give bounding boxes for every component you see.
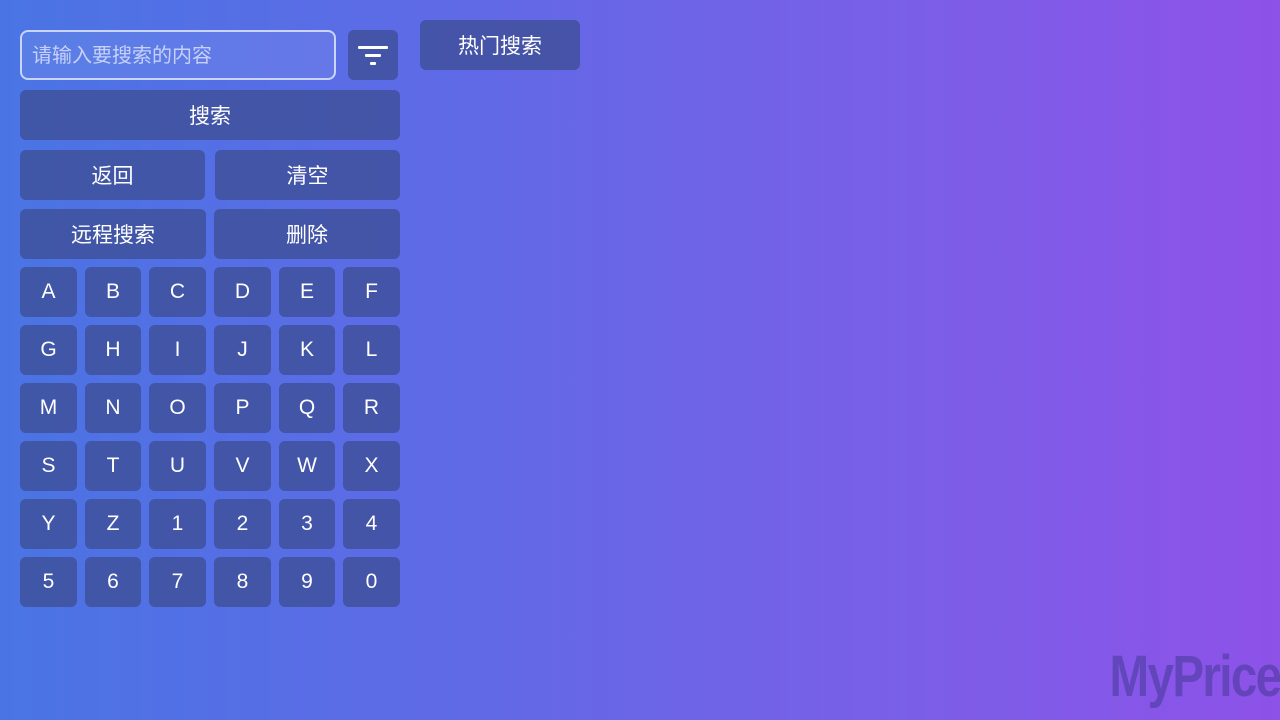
key-label: T bbox=[106, 454, 120, 477]
key-d[interactable]: D bbox=[214, 267, 271, 317]
key-label: D bbox=[234, 280, 251, 303]
key-u[interactable]: U bbox=[149, 441, 206, 491]
key-7[interactable]: 7 bbox=[149, 557, 206, 607]
remote-search-button[interactable]: 远程搜索 bbox=[20, 209, 206, 259]
remote-search-label: 远程搜索 bbox=[71, 223, 155, 247]
key-q[interactable]: Q bbox=[279, 383, 335, 433]
key-label: 2 bbox=[236, 512, 249, 535]
key-label: 3 bbox=[301, 512, 313, 535]
key-label: X bbox=[364, 454, 379, 477]
key-label: R bbox=[363, 396, 380, 419]
key-label: K bbox=[299, 338, 314, 361]
key-8[interactable]: 8 bbox=[214, 557, 271, 607]
key-label: N bbox=[105, 396, 121, 419]
key-s[interactable]: S bbox=[20, 441, 77, 491]
filter-icon bbox=[358, 46, 388, 65]
key-label: G bbox=[40, 338, 57, 361]
key-label: 5 bbox=[42, 570, 55, 593]
key-5[interactable]: 5 bbox=[20, 557, 77, 607]
watermark-logo: MyPrice bbox=[1109, 644, 1280, 709]
key-v[interactable]: V bbox=[214, 441, 271, 491]
key-label: F bbox=[365, 280, 378, 303]
key-label: L bbox=[365, 338, 378, 361]
key-1[interactable]: 1 bbox=[149, 499, 206, 549]
search-button-label: 搜索 bbox=[189, 104, 231, 128]
key-j[interactable]: J bbox=[214, 325, 271, 375]
hot-search-label: 热门搜索 bbox=[458, 34, 542, 58]
key-9[interactable]: 9 bbox=[279, 557, 335, 607]
clear-button[interactable]: 清空 bbox=[215, 150, 400, 200]
key-label: 1 bbox=[171, 512, 184, 535]
key-0[interactable]: 0 bbox=[343, 557, 400, 607]
key-label: M bbox=[39, 396, 58, 419]
key-n[interactable]: N bbox=[85, 383, 141, 433]
key-4[interactable]: 4 bbox=[343, 499, 400, 549]
key-p[interactable]: P bbox=[214, 383, 271, 433]
key-y[interactable]: Y bbox=[20, 499, 77, 549]
key-label: A bbox=[41, 280, 56, 303]
key-o[interactable]: O bbox=[149, 383, 206, 433]
key-x[interactable]: X bbox=[343, 441, 400, 491]
key-label: 8 bbox=[236, 570, 249, 593]
key-label: B bbox=[105, 280, 120, 303]
key-label: I bbox=[174, 338, 181, 361]
key-label: C bbox=[169, 280, 186, 303]
key-label: H bbox=[105, 338, 121, 361]
key-label: Q bbox=[298, 396, 316, 419]
key-m[interactable]: M bbox=[20, 383, 77, 433]
key-b[interactable]: B bbox=[85, 267, 141, 317]
key-label: 7 bbox=[171, 570, 184, 593]
key-z[interactable]: Z bbox=[85, 499, 141, 549]
delete-button-label: 删除 bbox=[286, 223, 328, 247]
key-label: P bbox=[235, 396, 250, 419]
key-label: Z bbox=[106, 512, 120, 535]
key-f[interactable]: F bbox=[343, 267, 400, 317]
key-label: 6 bbox=[107, 570, 119, 593]
clear-button-label: 清空 bbox=[286, 164, 329, 188]
key-label: 0 bbox=[365, 570, 378, 593]
hot-search-button[interactable]: 热门搜索 bbox=[420, 20, 580, 70]
key-a[interactable]: A bbox=[20, 267, 77, 317]
key-6[interactable]: 6 bbox=[85, 557, 141, 607]
back-button-label: 返回 bbox=[91, 164, 134, 188]
key-label: Y bbox=[41, 512, 56, 535]
key-label: J bbox=[237, 338, 248, 361]
filter-button[interactable] bbox=[348, 30, 398, 80]
key-r[interactable]: R bbox=[343, 383, 400, 433]
search-input[interactable] bbox=[20, 30, 336, 80]
key-e[interactable]: E bbox=[279, 267, 335, 317]
key-t[interactable]: T bbox=[85, 441, 141, 491]
key-label: U bbox=[169, 454, 186, 477]
key-label: 9 bbox=[301, 570, 313, 593]
key-g[interactable]: G bbox=[20, 325, 77, 375]
key-w[interactable]: W bbox=[279, 441, 335, 491]
key-h[interactable]: H bbox=[85, 325, 141, 375]
key-i[interactable]: I bbox=[149, 325, 206, 375]
key-label: W bbox=[297, 454, 317, 477]
delete-button[interactable]: 删除 bbox=[214, 209, 400, 259]
key-2[interactable]: 2 bbox=[214, 499, 271, 549]
key-3[interactable]: 3 bbox=[279, 499, 335, 549]
key-label: 4 bbox=[365, 512, 378, 535]
key-label: V bbox=[235, 454, 250, 477]
search-button[interactable]: 搜索 bbox=[20, 90, 400, 140]
key-c[interactable]: C bbox=[149, 267, 206, 317]
key-l[interactable]: L bbox=[343, 325, 400, 375]
key-label: O bbox=[169, 396, 186, 419]
key-k[interactable]: K bbox=[279, 325, 335, 375]
key-label: E bbox=[299, 280, 314, 303]
back-button[interactable]: 返回 bbox=[20, 150, 205, 200]
key-label: S bbox=[41, 454, 56, 477]
